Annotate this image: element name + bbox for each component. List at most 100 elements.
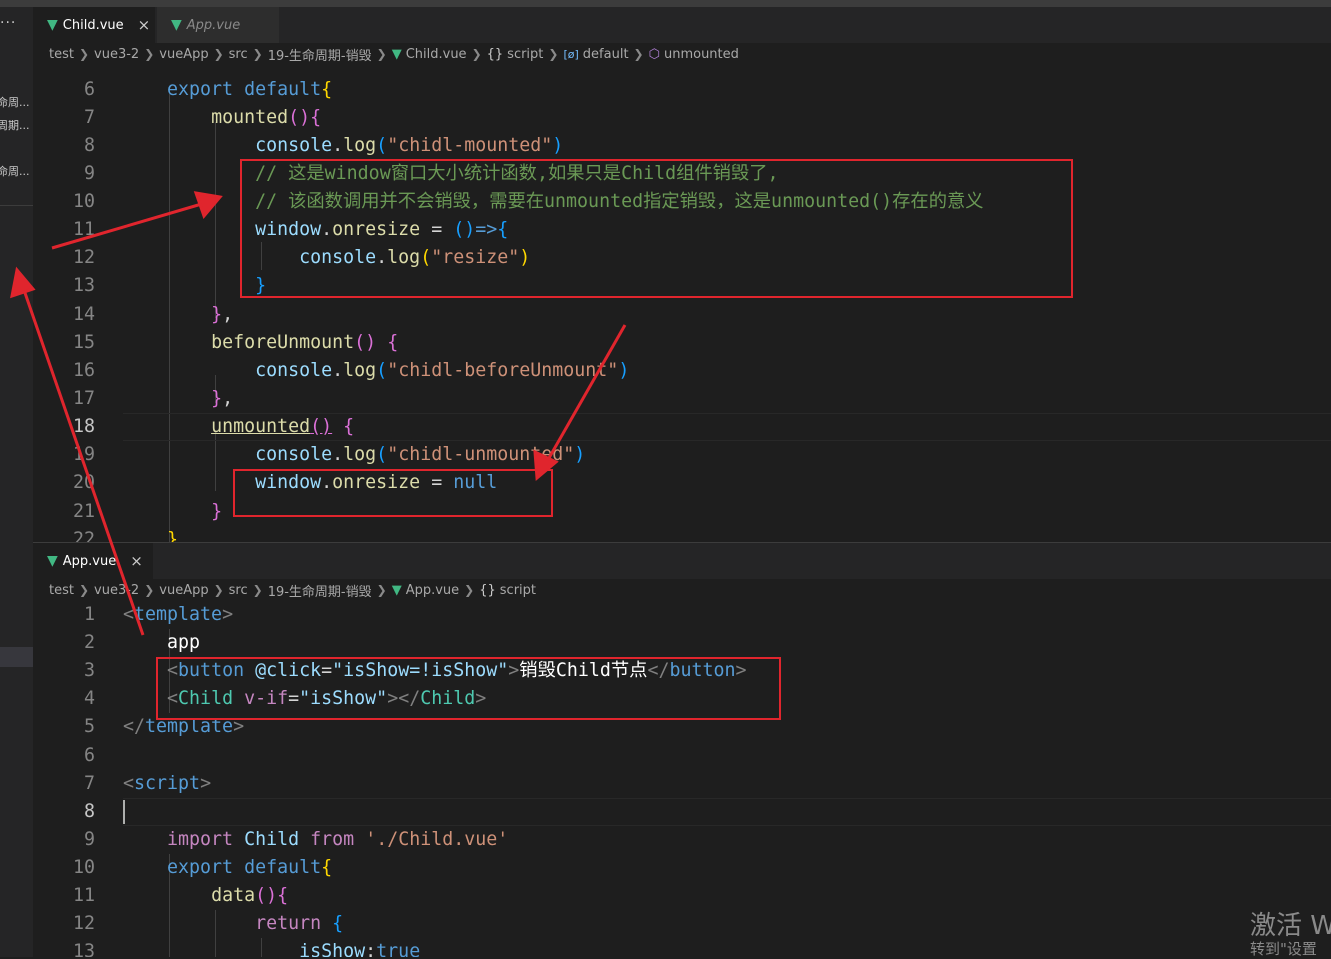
code-line: 2 app <box>33 629 1331 657</box>
line-number: 1 <box>83 604 95 625</box>
chevron-right-icon: ❯ <box>376 47 387 61</box>
chevron-right-icon: ❯ <box>78 47 90 61</box>
breadcrumb-item[interactable]: unmounted <box>664 47 739 62</box>
bottom-tab-bar: ▼ App.vue × <box>33 543 1331 579</box>
line-number: 5 <box>83 716 95 737</box>
line-number: 8 <box>83 135 95 156</box>
top-tab-bar: ▼ Child.vue × ▼ App.vue <box>33 7 1331 43</box>
line-number: 13 <box>72 275 95 296</box>
code-line: 9 import Child from './Child.vue' <box>33 826 1331 854</box>
breadcrumb-item[interactable]: 19-生命周期-销毁 <box>268 45 372 64</box>
line-number: 15 <box>72 332 95 353</box>
braces-icon: {} <box>486 46 504 62</box>
watermark-text: 激活 W <box>1250 911 1331 941</box>
breadcrumb-item[interactable]: default <box>583 47 629 62</box>
breadcrumb-item[interactable]: script <box>500 583 536 598</box>
breadcrumb-item[interactable]: vueApp <box>159 583 208 598</box>
breadcrumb-item[interactable]: App.vue <box>406 583 459 598</box>
tab-app-vue[interactable]: ▼ App.vue × <box>33 543 153 579</box>
code-line: 8 console.log("chidl-mounted") <box>33 132 1331 160</box>
chevron-right-icon: ❯ <box>78 583 90 597</box>
line-number: 9 <box>83 829 95 850</box>
breadcrumb-item[interactable]: src <box>229 583 248 598</box>
code-line: 19 console.log("chidl-unmounted") <box>33 441 1331 469</box>
close-icon[interactable]: × <box>130 552 143 570</box>
code-line: 6 <box>33 742 1331 770</box>
line-number: 18 <box>72 416 95 437</box>
code-line: 8 <box>33 798 1331 826</box>
bottom-code-editor[interactable]: 1 <template> 2 app 3 <button @click="isSh… <box>33 601 1331 957</box>
code-line: 1 <template> <box>33 601 1331 629</box>
explorer-item[interactable]: 命周... <box>0 94 30 110</box>
code-line: 18 unmounted() { <box>33 413 1331 441</box>
explorer-item[interactable]: 周期... <box>0 117 30 133</box>
code-line: 7 mounted(){ <box>33 104 1331 132</box>
breadcrumb-item[interactable]: test <box>49 47 74 62</box>
annotation-box-null <box>233 469 553 517</box>
more-actions-icon[interactable]: ··· <box>0 15 16 31</box>
top-code-editor[interactable]: 6 export default{ 7 mounted(){ 8 console… <box>33 66 1331 542</box>
line-number: 14 <box>72 304 95 325</box>
line-number: 11 <box>72 885 95 906</box>
vue-file-icon: ▼ <box>391 582 402 598</box>
chevron-right-icon: ❯ <box>252 47 263 61</box>
tab-app-vue[interactable]: ▼ App.vue <box>157 7 279 43</box>
breadcrumb-item[interactable]: vue3-2 <box>94 47 139 62</box>
code-line: 20 window.onresize = null <box>33 469 1331 497</box>
braces-icon: {} <box>479 582 496 598</box>
breadcrumb-item[interactable]: src <box>229 47 248 62</box>
chevron-right-icon: ❯ <box>213 583 224 597</box>
code-line: 13 isShow:true <box>33 938 1331 957</box>
vue-file-icon: ▼ <box>391 46 402 62</box>
code-line: 6 export default{ <box>33 76 1331 104</box>
code-line: 22 } <box>33 526 1331 542</box>
chevron-right-icon: ❯ <box>213 47 224 61</box>
tab-child-vue[interactable]: ▼ Child.vue × <box>33 7 155 43</box>
chevron-right-icon: ❯ <box>376 583 387 597</box>
chevron-right-icon: ❯ <box>471 47 482 61</box>
line-number: 9 <box>83 163 95 184</box>
line-number: 12 <box>72 913 95 934</box>
chevron-right-icon: ❯ <box>252 583 263 597</box>
line-number: 10 <box>72 191 95 212</box>
chevron-right-icon: ❯ <box>633 47 644 61</box>
close-icon[interactable]: × <box>138 16 151 34</box>
line-number: 6 <box>83 745 95 766</box>
field-icon: [ø] <box>563 47 579 61</box>
line-number: 16 <box>72 360 95 381</box>
tab-label: Child.vue <box>62 17 124 33</box>
explorer-item[interactable]: 命周... <box>0 163 30 179</box>
code-line: 14 }, <box>33 301 1331 329</box>
line-number: 3 <box>83 660 95 681</box>
chevron-right-icon: ❯ <box>464 583 475 597</box>
code-line: 12 return { <box>33 910 1331 938</box>
breadcrumb-item[interactable]: Child.vue <box>406 47 467 62</box>
sidebar-divider <box>0 205 33 206</box>
line-number: 4 <box>83 688 95 709</box>
breadcrumb: test ❯ vue3-2 ❯ vueApp ❯ src ❯ 19-生命周期-销毁 ❯ ▼… <box>33 43 1331 65</box>
breadcrumb-item[interactable]: test <box>49 583 74 598</box>
breadcrumb-item[interactable]: vueApp <box>159 47 208 62</box>
line-number: 22 <box>72 529 95 542</box>
chevron-right-icon: ❯ <box>548 47 559 61</box>
code-line: 11 data(){ <box>33 882 1331 910</box>
line-number: 21 <box>72 501 95 522</box>
annotation-box-template <box>156 657 781 720</box>
explorer-selected-item[interactable] <box>0 647 33 667</box>
line-number: 7 <box>83 773 95 794</box>
code-line: 10 export default{ <box>33 854 1331 882</box>
breadcrumb-item[interactable]: 19-生命周期-销毁 <box>268 581 372 600</box>
explorer-sidebar: ··· 命周... 周期... 命周... <box>0 7 33 957</box>
line-number: 13 <box>72 941 95 957</box>
breadcrumb-item[interactable]: script <box>507 47 543 62</box>
annotation-box-onresize <box>240 159 1073 298</box>
vue-file-icon: ▼ <box>171 17 182 33</box>
line-number: 8 <box>83 801 95 822</box>
line-number: 11 <box>72 219 95 240</box>
chevron-right-icon: ❯ <box>144 583 155 597</box>
line-number: 7 <box>83 107 95 128</box>
breadcrumb-item[interactable]: vue3-2 <box>94 583 139 598</box>
watermark-text: 转到"设置 <box>1250 940 1317 958</box>
window-top-strip <box>0 0 1331 7</box>
line-number: 2 <box>83 632 95 653</box>
